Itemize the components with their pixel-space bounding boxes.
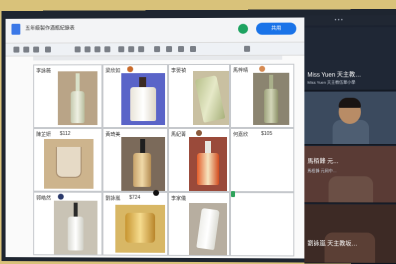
bottle-photo[interactable] (57, 71, 98, 126)
bottle-photo[interactable] (115, 204, 166, 253)
undo-icon[interactable] (13, 46, 20, 53)
table-cell[interactable]: 馬紀菁 (168, 127, 231, 193)
share-button[interactable]: 共用 (256, 22, 297, 35)
student-name: 李家儀 (171, 195, 187, 202)
formatting-toolbar (5, 42, 305, 57)
docs-top-bar: 五年級製作酒瓶紀錄表 共用 (5, 17, 305, 44)
bottle-photo[interactable] (189, 136, 228, 192)
align-icon[interactable] (154, 46, 161, 53)
participant-tile[interactable] (304, 91, 396, 146)
bottle-photo[interactable] (253, 72, 290, 125)
avatar (196, 129, 202, 136)
italic-icon[interactable] (84, 46, 91, 53)
table-cell[interactable]: 何嘉欣 $105 (230, 127, 295, 193)
underline-icon[interactable] (94, 46, 101, 53)
document-title[interactable]: 五年級製作酒瓶紀錄表 (25, 25, 74, 32)
bottle-photo[interactable] (193, 70, 230, 126)
video-call-panel: • • • Miss Yuen 天主教… Miss Yuen 天主教伍華小學 馬… (304, 15, 396, 264)
image-icon[interactable] (138, 46, 145, 53)
avatar (57, 193, 64, 200)
table-cell[interactable]: 李晏禎 (168, 63, 231, 129)
student-name: 郭皓然 (36, 195, 51, 202)
participant-tile[interactable]: 劉詠嵐 天主教坂… (304, 204, 396, 264)
student-name: 黃琦美 (105, 132, 121, 138)
indent-icon[interactable] (190, 46, 197, 53)
avatar (259, 65, 266, 72)
avatar (127, 66, 134, 73)
student-name: 馬紀菁 (171, 132, 187, 138)
amount: $105 (261, 130, 273, 138)
student-name: 何嘉欣 (233, 131, 249, 139)
cursor-marker (231, 191, 236, 198)
docs-icon[interactable] (11, 23, 21, 35)
participant-name: 劉詠嵐 天主教坂… (307, 241, 358, 248)
line-spacing-icon[interactable] (166, 46, 173, 53)
participant-tile[interactable]: Miss Yuen 天主教… Miss Yuen 天主教伍華小學 (304, 27, 396, 91)
table-cell[interactable]: 黃琦美 (102, 128, 169, 192)
student-name: 馬梓晴 (233, 67, 249, 74)
bottle-photo[interactable] (53, 200, 98, 255)
google-docs-window: 五年級製作酒瓶紀錄表 共用 李詠薇 梁欣如 李晏禎 馬梓晴 陳芷妍 $112 黃… (5, 17, 305, 259)
table-cell[interactable]: 梁欣如 (102, 64, 169, 129)
student-name: 劉詠嵐 (105, 195, 121, 202)
list-icon[interactable] (178, 46, 185, 53)
avatar (153, 189, 160, 196)
amount: $724 (129, 194, 141, 201)
amount: $112 (59, 131, 71, 137)
participant-name: Miss Yuen 天主教… (307, 72, 362, 79)
bottle-photo[interactable] (121, 136, 166, 191)
participant-name: 馬栢鋒 元... (307, 159, 339, 166)
participant-tile[interactable]: 馬栢鋒 元... 馬栢鋒 元岡中… (304, 146, 396, 204)
comment-icon[interactable] (128, 46, 135, 53)
table-cell[interactable]: 李詠薇 (33, 64, 103, 129)
table-cell[interactable]: 劉詠嵐 $724 (102, 189, 169, 256)
student-name: 李晏禎 (171, 68, 187, 75)
user-avatar[interactable] (238, 23, 249, 34)
table-cell[interactable] (230, 191, 295, 257)
student-name: 梁欣如 (105, 68, 121, 75)
editing-mode-icon[interactable] (244, 45, 251, 52)
student-name: 陳芷妍 (36, 132, 51, 138)
paint-format-icon[interactable] (45, 46, 51, 53)
bottle-photo[interactable] (189, 202, 228, 256)
participant-subtitle: Miss Yuen 天主教伍華小學 (307, 79, 356, 85)
records-table: 李詠薇 梁欣如 李晏禎 馬梓晴 陳芷妍 $112 黃琦美 馬紀菁 何嘉欣 $10… (33, 63, 295, 257)
table-cell[interactable]: 馬梓晴 (230, 63, 295, 128)
student-name: 李詠薇 (36, 68, 51, 75)
participant-subtitle: 馬栢鋒 元岡中… (307, 168, 337, 174)
table-cell[interactable]: 郭皓然 (33, 191, 103, 256)
bottle-photo[interactable] (121, 73, 166, 126)
glass-photo[interactable] (44, 138, 94, 189)
text-color-icon[interactable] (104, 46, 111, 53)
bold-icon[interactable] (74, 46, 81, 53)
table-cell[interactable]: 陳芷妍 $112 (33, 128, 103, 192)
redo-icon[interactable] (23, 46, 30, 53)
participants-header: • • • (304, 15, 396, 26)
print-icon[interactable] (33, 46, 40, 53)
monitor-screen: 五年級製作酒瓶紀錄表 共用 李詠薇 梁欣如 李晏禎 馬梓晴 陳芷妍 $112 黃… (1, 9, 396, 264)
ruler[interactable] (33, 55, 283, 61)
link-icon[interactable] (118, 46, 125, 53)
table-cell[interactable]: 李家儀 (168, 191, 231, 257)
